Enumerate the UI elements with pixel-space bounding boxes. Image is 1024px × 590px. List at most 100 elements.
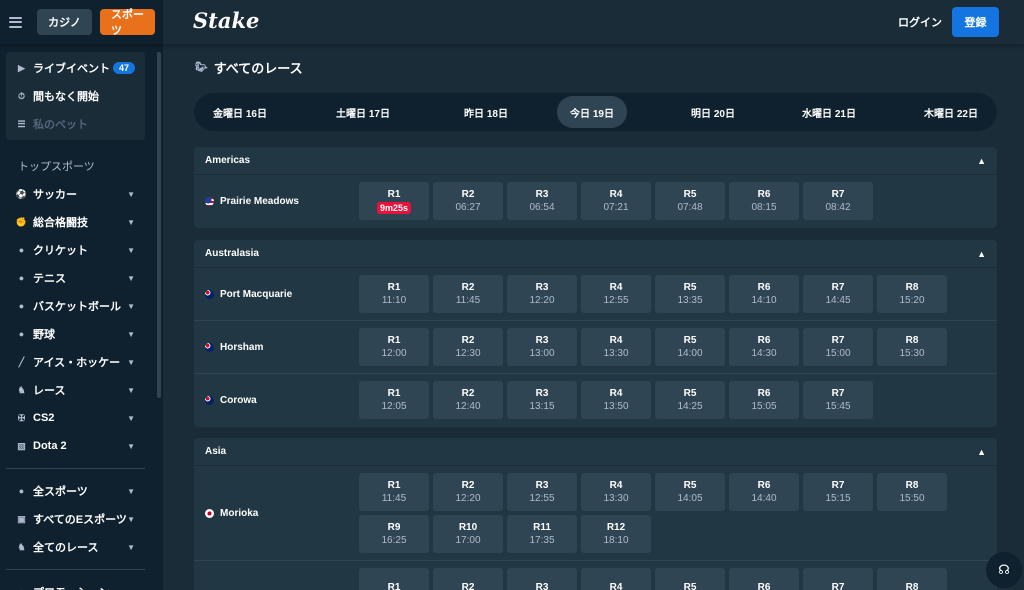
race-button[interactable]: R1 12:05 [359,381,429,419]
race-button[interactable]: R5 14:00 [655,328,725,366]
race-button[interactable]: R3 13:15 [507,381,577,419]
casino-tab[interactable]: カジノ [37,9,92,35]
chevron-down-icon[interactable]: ▼ [127,515,135,524]
race-button[interactable]: R4 [581,568,651,590]
race-button[interactable]: R6 14:30 [729,328,799,366]
race-button[interactable]: R5 14:25 [655,381,725,419]
race-button[interactable]: R6 15:05 [729,381,799,419]
race-button[interactable]: R2 12:30 [433,328,503,366]
day-tab[interactable]: 昨日 18日 [451,96,521,128]
sidebar-item-baseball[interactable]: ● 野球 ▼ [6,320,145,348]
chevron-down-icon[interactable]: ▼ [127,274,135,283]
race-button[interactable]: R3 13:00 [507,328,577,366]
sidebar-item-hockey[interactable]: ╱ アイス・ホッケー ▼ [6,348,145,376]
chevron-down-icon[interactable]: ▼ [127,358,135,367]
race-button[interactable]: R8 15:30 [877,328,947,366]
login-button[interactable]: ログイン [898,14,942,30]
sidebar-item-mma[interactable]: ✊ 総合格闘技 ▼ [6,208,145,236]
race-button[interactable]: R7 08:42 [803,182,873,220]
race-button[interactable]: R8 [877,568,947,590]
chevron-down-icon[interactable]: ▼ [127,218,135,227]
race-button[interactable]: R10 17:00 [433,515,503,553]
race-button[interactable]: R5 07:48 [655,182,725,220]
chevron-up-icon[interactable]: ▲ [977,156,986,166]
event-name[interactable]: Prairie Meadows [205,196,299,207]
sidebar-item-basketball[interactable]: ● バスケットボール ▼ [6,292,145,320]
race-button[interactable]: R2 06:27 [433,182,503,220]
region-header[interactable]: Americas ▲ [194,147,997,175]
race-button[interactable]: R2 12:40 [433,381,503,419]
race-button[interactable]: R4 13:30 [581,328,651,366]
race-button[interactable]: R4 13:50 [581,381,651,419]
race-button[interactable]: R6 14:40 [729,473,799,511]
sidebar-item-all-sports[interactable]: ● 全スポーツ ▼ [6,477,145,505]
day-tab[interactable]: 水曜日 21日 [794,96,864,128]
race-button[interactable]: R5 14:05 [655,473,725,511]
sidebar-item-cs2[interactable]: ✠ CS2 ▼ [6,404,145,432]
event-name[interactable]: Corowa [205,395,257,406]
race-button[interactable]: R2 [433,568,503,590]
sidebar-item-stopwatch[interactable]: ⏱ 間もなく開始 [6,82,145,110]
race-button[interactable]: R3 [507,568,577,590]
stake-logo[interactable]: Stake [193,8,259,33]
sidebar-item-gift[interactable]: ♦プロモーション▼ [6,578,145,590]
race-button[interactable]: R6 [729,568,799,590]
event-name[interactable]: Port Macquarie [205,289,292,300]
day-tab[interactable]: 明日 20日 [678,96,748,128]
chevron-down-icon[interactable]: ▼ [127,442,135,451]
day-tab[interactable]: 金曜日 16日 [205,96,275,128]
chevron-down-icon[interactable]: ▼ [127,386,135,395]
chevron-down-icon[interactable]: ▼ [127,543,135,552]
sidebar-item-soccer[interactable]: ⚽ サッカー ▼ [6,180,145,208]
event-name[interactable]: Morioka [205,508,258,519]
sidebar-item-live[interactable]: ▶ ライブイベント 47 [6,54,145,82]
race-button[interactable]: R7 14:45 [803,275,873,313]
chevron-up-icon[interactable]: ▲ [977,447,986,457]
chevron-down-icon[interactable]: ▼ [127,487,135,496]
race-button[interactable]: R2 12:20 [433,473,503,511]
menu-icon[interactable] [9,16,22,28]
race-button[interactable]: R4 13:30 [581,473,651,511]
sidebar-item-horse[interactable]: ♞ レース ▼ [6,376,145,404]
day-tab[interactable]: 木曜日 22日 [916,96,986,128]
sports-tab[interactable]: スポーツ [100,9,155,37]
race-button[interactable]: R3 12:20 [507,275,577,313]
race-button[interactable]: R5 [655,568,725,590]
race-button[interactable]: R7 15:15 [803,473,873,511]
race-button[interactable]: R1 9m25s [359,182,429,220]
sidebar-scrollbar[interactable] [157,52,161,398]
race-button[interactable]: R9 16:25 [359,515,429,553]
help-chat-button[interactable]: ☊ [986,552,1022,588]
race-button[interactable]: R4 12:55 [581,275,651,313]
race-button[interactable]: R4 07:21 [581,182,651,220]
event-name[interactable]: Horsham [205,342,263,353]
race-button[interactable]: R7 15:00 [803,328,873,366]
race-button[interactable]: R1 12:00 [359,328,429,366]
chevron-down-icon[interactable]: ▼ [127,414,135,423]
region-header[interactable]: Asia ▲ [194,438,997,466]
race-button[interactable]: R5 13:35 [655,275,725,313]
race-button[interactable]: R8 15:50 [877,473,947,511]
register-button[interactable]: 登録 [952,7,999,37]
race-button[interactable]: R1 11:45 [359,473,429,511]
day-tab[interactable]: 土曜日 17日 [328,96,398,128]
race-button[interactable]: R2 11:45 [433,275,503,313]
day-tab[interactable]: 今日 19日 [557,96,627,128]
race-button[interactable]: R12 18:10 [581,515,651,553]
race-button[interactable]: R6 14:10 [729,275,799,313]
sidebar-item-dota[interactable]: ▧ Dota 2 ▼ [6,432,145,460]
chevron-up-icon[interactable]: ▲ [977,249,986,259]
race-button[interactable]: R7 [803,568,873,590]
race-button[interactable]: R1 11:10 [359,275,429,313]
chevron-down-icon[interactable]: ▼ [127,246,135,255]
sidebar-item-my-bets[interactable]: ☰ 私のベット [6,110,145,138]
sidebar-item-esports[interactable]: ▣ すべてのEスポーツ ▼ [6,505,145,533]
race-button[interactable]: R6 08:15 [729,182,799,220]
sidebar-item-tennis[interactable]: ● テニス ▼ [6,264,145,292]
sidebar-item-horse[interactable]: ♞ 全てのレース ▼ [6,533,145,561]
race-button[interactable]: R1 [359,568,429,590]
race-button[interactable]: R7 15:45 [803,381,873,419]
race-button[interactable]: R8 15:20 [877,275,947,313]
chevron-down-icon[interactable]: ▼ [127,190,135,199]
race-button[interactable]: R3 12:55 [507,473,577,511]
